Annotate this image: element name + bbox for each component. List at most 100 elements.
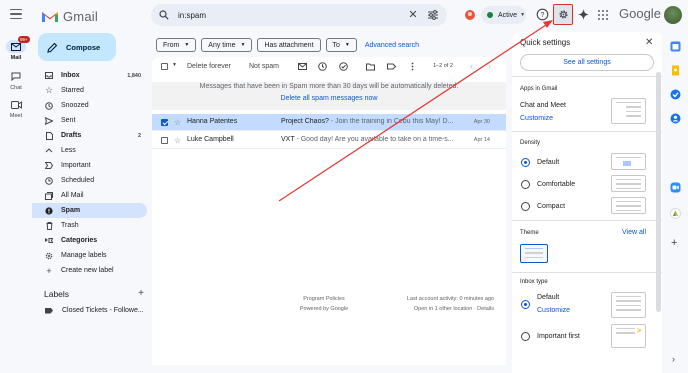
rail-chat[interactable]: Chat	[0, 70, 32, 91]
inbox-default-preview	[611, 292, 646, 318]
snooze-icon[interactable]	[318, 62, 327, 71]
add-to-tasks-icon[interactable]	[339, 62, 348, 71]
delete-forever-button[interactable]: Delete forever	[187, 63, 231, 70]
spam-banner: Messages that have been in Spam more tha…	[152, 82, 506, 110]
trash-icon	[45, 221, 53, 230]
search-icon[interactable]	[159, 10, 169, 20]
pagination-count: 1–2 of 2	[433, 63, 453, 69]
rail-mail[interactable]: 99+ Mail	[0, 36, 32, 61]
gmail-logo-text: Gmail	[63, 8, 98, 24]
gemini-icon[interactable]	[578, 9, 589, 20]
sidebar-item-scheduled[interactable]: Scheduled	[32, 173, 147, 188]
settings-button[interactable]	[553, 4, 573, 25]
gmail-logo[interactable]: Gmail	[41, 8, 98, 24]
get-addons-icon[interactable]: +	[671, 238, 677, 249]
add-label-icon[interactable]: +	[138, 289, 144, 299]
google-apps-icon[interactable]	[598, 10, 608, 20]
search-filter-chips: From ▼ Any time ▼ Has attachment To ▼ Advan…	[156, 38, 419, 52]
pencil-icon	[47, 42, 58, 53]
sidebar-item-manage-labels[interactable]: Manage labels	[32, 248, 147, 263]
email-row[interactable]: ☆ Hanna Patentes Project Chaos? - Join t…	[152, 114, 506, 131]
main-menu-icon[interactable]	[10, 9, 22, 21]
filter-has-attachment[interactable]: Has attachment	[257, 38, 321, 52]
sidebar-item-spam[interactable]: Spam	[32, 203, 147, 218]
sidebar-item-inbox[interactable]: Inbox 1,840	[32, 68, 147, 83]
inbox-default-radio[interactable]	[521, 300, 530, 309]
sidebar-item-label: Create new label	[61, 267, 114, 274]
sidebar-item-sent[interactable]: Sent	[32, 113, 147, 128]
extension-icon[interactable]	[464, 9, 476, 21]
row-checkbox[interactable]	[161, 119, 168, 126]
status-dot-icon	[487, 12, 493, 18]
sidebar-item-starred[interactable]: ☆ Starred	[32, 83, 147, 98]
sidebar-item-label: Trash	[61, 222, 79, 229]
density-default-radio[interactable]	[521, 158, 530, 167]
star-icon: ☆	[44, 85, 54, 95]
search-bar[interactable]: in:spam ✕	[151, 4, 447, 26]
program-policies-link[interactable]: Program Policies	[288, 294, 360, 304]
keep-icon[interactable]	[670, 65, 681, 76]
apps-customize-link[interactable]: Customize	[520, 115, 553, 122]
move-to-icon[interactable]	[366, 62, 375, 71]
prev-page-icon[interactable]: ‹	[470, 61, 473, 71]
google-account-logo[interactable]: Google	[619, 6, 661, 21]
inbox-customize-link[interactable]: Customize	[537, 307, 570, 314]
search-input[interactable]: in:spam	[178, 11, 407, 20]
sidebar-item-categories[interactable]: Categories	[32, 233, 147, 248]
view-all-themes-link[interactable]: View all	[622, 229, 646, 236]
sidebar-item-important[interactable]: Important	[32, 158, 147, 173]
more-options-icon[interactable]	[408, 62, 417, 71]
video-icon	[6, 98, 26, 111]
help-icon[interactable]: ?	[536, 8, 549, 21]
star-icon[interactable]: ☆	[174, 136, 181, 145]
theme-default-thumbnail[interactable]	[520, 244, 548, 263]
quick-settings-scrollbar[interactable]	[656, 72, 661, 312]
send-icon	[45, 116, 53, 125]
sidebar-item-snoozed[interactable]: Snoozed	[32, 98, 147, 113]
not-spam-button[interactable]: Not spam	[249, 63, 279, 70]
tasks-icon[interactable]	[670, 89, 681, 100]
select-dropdown-icon[interactable]: ▼	[172, 62, 177, 68]
delete-all-spam-link[interactable]: Delete all spam messages now	[152, 95, 506, 102]
sidebar-item-create-label[interactable]: + Create new label	[32, 263, 147, 278]
contacts-icon[interactable]	[670, 113, 681, 124]
mark-read-icon[interactable]	[298, 62, 307, 71]
chevron-down-icon: ▼	[520, 12, 526, 18]
see-all-settings-button[interactable]: See all settings	[520, 54, 654, 71]
filter-from[interactable]: From ▼	[156, 38, 197, 52]
sidebar-item-drafts[interactable]: Drafts 2	[32, 128, 147, 143]
email-row[interactable]: ☆ Luke Campbell VXT - Good day! Are you …	[152, 132, 506, 149]
next-page-icon[interactable]: ›	[488, 61, 491, 71]
status-dropdown[interactable]: Active ▼	[481, 6, 526, 24]
row-checkbox[interactable]	[161, 137, 168, 144]
close-icon[interactable]: ✕	[645, 37, 653, 48]
sidebar-item-all-mail[interactable]: All Mail	[32, 188, 147, 203]
select-all-checkbox[interactable]	[161, 63, 168, 70]
open-locations-link[interactable]: Open in 1 other location · Details	[390, 304, 494, 314]
filter-to[interactable]: To ▼	[325, 38, 357, 52]
label-item[interactable]: Closed Tickets - Followe...	[45, 307, 144, 314]
label-icon[interactable]	[387, 62, 396, 71]
sidebar-item-trash[interactable]: Trash	[32, 218, 147, 233]
search-options-icon[interactable]	[427, 9, 439, 21]
status-label: Active	[498, 11, 518, 19]
addon-icon[interactable]	[670, 208, 681, 219]
rail-meet-label: Meet	[9, 113, 23, 119]
sidebar-item-less[interactable]: Less	[32, 143, 147, 158]
density-compact-preview	[611, 197, 646, 214]
rail-meet[interactable]: Meet	[0, 98, 32, 119]
important-first-preview: ᗒ	[611, 324, 646, 348]
clear-search-icon[interactable]: ✕	[407, 9, 419, 21]
density-comfortable-radio[interactable]	[521, 180, 530, 189]
filter-any-time[interactable]: Any time ▼	[201, 38, 253, 52]
star-icon[interactable]: ☆	[174, 118, 181, 127]
chevron-down-icon: ▼	[184, 42, 190, 48]
zoom-app-icon[interactable]	[670, 182, 681, 193]
compose-button[interactable]: Compose	[38, 33, 116, 61]
calendar-icon[interactable]	[670, 41, 681, 52]
inbox-important-first-radio[interactable]	[521, 332, 530, 341]
density-compact-radio[interactable]	[521, 202, 530, 211]
account-avatar[interactable]	[664, 6, 682, 24]
advanced-search-link[interactable]: Advanced search	[365, 38, 419, 52]
hide-side-panel-icon[interactable]: ›	[672, 354, 675, 364]
